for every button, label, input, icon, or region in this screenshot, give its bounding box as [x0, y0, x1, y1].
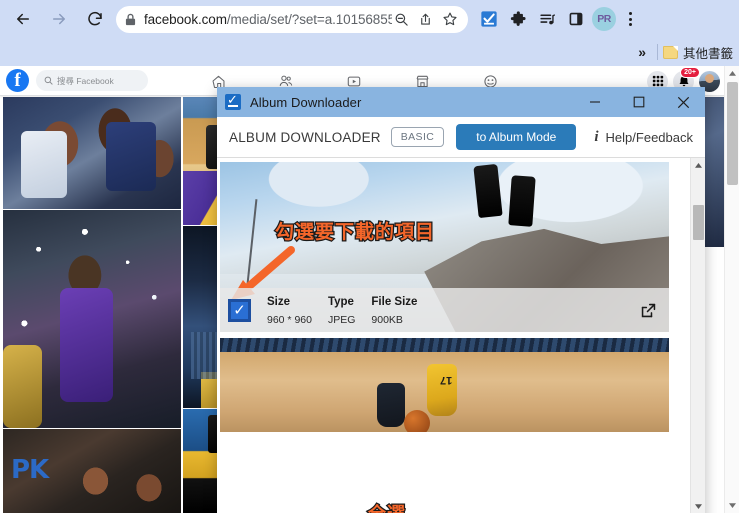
item-filesize-label: File Size	[371, 296, 418, 308]
info-icon: i	[594, 128, 599, 145]
item-type-label: Type	[327, 296, 354, 308]
scroll-up-arrow-icon[interactable]	[691, 158, 705, 173]
close-button[interactable]	[661, 87, 705, 117]
notification-badge: 20+	[680, 66, 700, 78]
window-controls	[573, 87, 705, 117]
item-thumbnail-jersey-number: 17	[440, 373, 453, 386]
minimize-button[interactable]	[573, 87, 617, 117]
dialog-brand-label: ALBUM DOWNLOADER	[229, 129, 381, 145]
playlist-icon[interactable]	[534, 6, 560, 32]
item-thumbnail-player	[377, 383, 406, 428]
scroll-down-arrow-icon[interactable]	[691, 499, 705, 513]
list-item[interactable]: 17	[220, 338, 669, 432]
item-checkbox[interactable]: ✓	[228, 298, 251, 322]
other-bookmarks-label: 其他書籤	[682, 46, 733, 61]
search-icon	[44, 76, 53, 85]
browser-toolbar: facebook.com/media/set/?set=a.101568555.…	[0, 0, 739, 38]
dialog-item-list-area: 勾選要下載的項目 ✓ Size 960 * 960 Type JPEG File…	[217, 157, 705, 513]
reload-button[interactable]	[80, 4, 110, 34]
address-bar[interactable]: facebook.com/media/set/?set=a.101568555.…	[116, 5, 468, 33]
item-meta-bar: ✓ Size 960 * 960 Type JPEG File Size 900…	[220, 288, 669, 332]
dialog-title: Album Downloader	[250, 94, 362, 110]
back-arrow-icon	[17, 13, 29, 25]
bookmarks-bar: » 其他書籤	[0, 38, 739, 66]
annotation-text-select-all: 全選	[367, 500, 407, 513]
album-downloader-extension-icon[interactable]	[476, 6, 502, 32]
scroll-down-arrow-icon[interactable]	[725, 498, 739, 513]
item-size-value: 960 * 960	[267, 314, 312, 326]
item-thumbnail-boot	[507, 174, 536, 227]
photo-thumbnail[interactable]	[3, 97, 181, 209]
profile-avatar-button[interactable]: PR	[592, 7, 616, 31]
item-filesize-value: 900KB	[371, 314, 403, 326]
facebook-search-box[interactable]: 搜尋 Facebook	[36, 70, 148, 91]
item-thumbnail-boot	[473, 164, 503, 219]
share-icon[interactable]	[416, 10, 435, 29]
dialog-toolbar: ALBUM DOWNLOADER BASIC to Album Mode i H…	[217, 117, 705, 157]
item-type-value: JPEG	[327, 314, 356, 326]
browser-chrome: facebook.com/media/set/?set=a.101568555.…	[0, 0, 739, 66]
to-album-mode-button[interactable]: to Album Mode	[456, 124, 577, 150]
other-bookmarks-button[interactable]: 其他書籤	[662, 43, 735, 62]
dialog-titlebar[interactable]: Album Downloader	[217, 87, 705, 117]
item-thumbnail-rail	[220, 338, 669, 353]
facebook-search-placeholder: 搜尋 Facebook	[57, 75, 114, 86]
extension-icons: PR	[476, 6, 641, 32]
forward-arrow-icon	[53, 13, 65, 25]
lock-icon	[125, 13, 136, 26]
url-text: facebook.com/media/set/?set=a.101568555.…	[144, 11, 392, 27]
item-size-label: Size	[267, 296, 291, 308]
list-item[interactable]: 勾選要下載的項目 ✓ Size 960 * 960 Type JPEG File…	[220, 162, 669, 332]
item-thumbnail-ball	[404, 409, 431, 432]
basic-plan-badge[interactable]: BASIC	[390, 127, 445, 147]
item-list: 勾選要下載的項目 ✓ Size 960 * 960 Type JPEG File…	[217, 158, 690, 513]
page-scrollbar-thumb[interactable]	[727, 82, 738, 185]
bookmarks-overflow-button[interactable]: »	[632, 44, 652, 60]
item-size-column: Size 960 * 960	[267, 292, 312, 328]
facebook-logo[interactable]: f	[6, 69, 29, 92]
star-icon[interactable]	[440, 10, 459, 29]
three-dots-menu-icon[interactable]	[619, 12, 641, 26]
folder-icon	[662, 45, 678, 59]
minimize-icon	[590, 101, 600, 103]
open-external-icon[interactable]	[640, 302, 657, 319]
sidebar-icon[interactable]	[563, 6, 589, 32]
help-feedback-link[interactable]: i Help/Feedback	[594, 129, 693, 146]
photo-thumbnail[interactable]	[3, 210, 181, 428]
album-downloader-dialog: Album Downloader	[217, 87, 705, 513]
reload-icon	[88, 11, 102, 26]
puzzle-extensions-icon[interactable]	[505, 6, 531, 32]
close-icon	[677, 96, 689, 108]
omnibox-actions	[392, 10, 459, 29]
watermark-label: PK	[11, 455, 49, 485]
forward-button[interactable]	[44, 4, 74, 34]
dialog-scrollbar[interactable]	[690, 158, 705, 513]
dialog-scrollbar-thumb[interactable]	[693, 205, 704, 240]
back-button[interactable]	[8, 4, 38, 34]
item-thumbnail-player	[426, 364, 457, 417]
bookmarks-divider	[656, 44, 658, 60]
album-downloader-icon	[225, 92, 241, 110]
maximize-icon	[633, 96, 645, 108]
check-icon: ✓	[233, 301, 246, 319]
maximize-button[interactable]	[617, 87, 661, 117]
help-feedback-label: Help/Feedback	[605, 129, 693, 145]
item-filesize-column: File Size 900KB	[371, 292, 417, 328]
page-viewport: PK f 搜尋 Facebook 20+ ✓ Album Downloader …	[0, 66, 739, 513]
annotation-text-image: 勾選要下載的項目	[274, 220, 436, 245]
page-scrollbar[interactable]	[724, 66, 739, 513]
photo-thumbnail[interactable]: PK	[3, 429, 181, 513]
zoom-out-icon[interactable]	[392, 10, 411, 29]
item-type-column: Type JPEG	[328, 292, 355, 328]
scroll-up-arrow-icon[interactable]	[725, 66, 739, 81]
